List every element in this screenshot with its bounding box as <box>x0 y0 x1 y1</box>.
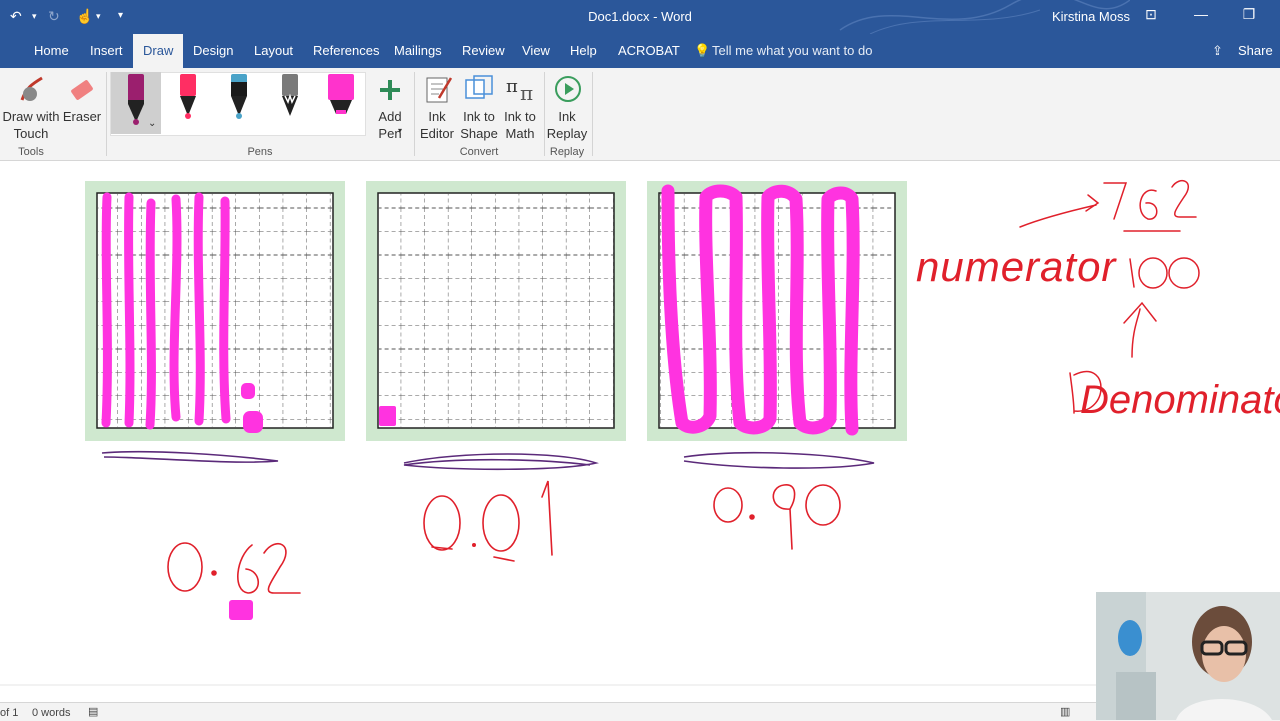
share-button[interactable]: Share <box>1238 34 1273 68</box>
ink-to-math-icon: π π <box>506 76 533 104</box>
separator <box>106 72 107 156</box>
page-count[interactable]: of 1 <box>0 707 18 719</box>
minimize-icon[interactable]: — <box>1186 6 1216 22</box>
group-convert: Convert <box>459 146 499 158</box>
read-mode-icon[interactable]: ▥ <box>1060 705 1070 718</box>
lightbulb-icon: 💡 <box>694 43 711 58</box>
word-count[interactable]: 0 words <box>32 707 71 719</box>
draw-with-touch-button[interactable]: Draw with Touch <box>0 108 62 142</box>
separator <box>592 72 593 156</box>
eraser-button[interactable]: Eraser <box>62 108 102 125</box>
presenter-video <box>1096 592 1280 720</box>
ribbon-tabs: Home Insert Draw Design Layout Reference… <box>0 34 1280 68</box>
ink-replay-icon <box>555 76 581 102</box>
add-pen-dropdown-icon[interactable]: ▾ <box>398 126 402 135</box>
title-bar: ↶ ▾ ↻ ☝ ▾ ▾ Doc1.docx - Word Kirstina Mo… <box>0 0 1280 34</box>
pen-gray-icon[interactable] <box>278 74 302 126</box>
pen-red-icon[interactable] <box>176 74 200 126</box>
add-pen-button[interactable]: Add Pen <box>370 108 410 142</box>
separator <box>414 72 415 156</box>
denominator-ink: Denominato <box>1080 378 1280 422</box>
share-icon[interactable]: ⇪ <box>1212 34 1223 68</box>
decimal-ink-1 <box>167 542 301 594</box>
pen-purple-icon[interactable] <box>124 74 148 132</box>
group-pens: Pens <box>247 146 273 158</box>
hundred-grid-2 <box>366 181 626 441</box>
eraser-icon <box>71 80 93 100</box>
ink-editor-button[interactable]: Ink Editor <box>418 108 456 142</box>
highlighter-magenta-icon[interactable] <box>326 74 356 126</box>
hundred-grid-1 <box>85 181 345 441</box>
add-pen-icon <box>380 80 400 100</box>
svg-text:π: π <box>506 76 518 97</box>
status-bar: of 1 0 words ▤ ▥ <box>0 702 1280 721</box>
tab-design[interactable]: Design <box>183 34 243 68</box>
decimal-ink-2 <box>423 480 553 562</box>
ribbon: Draw with Touch Eraser Tools ⌄ Pens Add … <box>0 68 1280 161</box>
tab-draw[interactable]: Draw <box>133 34 184 68</box>
restore-icon[interactable]: ❐ <box>1234 6 1264 23</box>
ink-to-shape-icon <box>465 75 493 99</box>
tab-home[interactable]: Home <box>24 34 79 68</box>
tab-acrobat[interactable]: ACROBAT <box>608 34 690 68</box>
decimal-ink-3 <box>713 484 841 550</box>
group-tools: Tools <box>18 146 44 158</box>
ribbon-display-icon[interactable]: ⊡ <box>1136 6 1166 23</box>
ink-to-shape-button[interactable]: Ink to Shape <box>459 108 499 142</box>
group-replay: Replay <box>549 146 585 158</box>
hundred-grid-3 <box>647 181 907 441</box>
tab-review[interactable]: Review <box>452 34 515 68</box>
pen-dropdown-icon[interactable]: ⌄ <box>148 118 156 129</box>
tab-layout[interactable]: Layout <box>244 34 303 68</box>
tab-help[interactable]: Help <box>560 34 607 68</box>
pen-black-icon[interactable] <box>227 74 251 126</box>
tab-view[interactable]: View <box>512 34 560 68</box>
tell-me-search[interactable]: Tell me what you want to do <box>712 34 872 68</box>
ink-replay-button[interactable]: Ink Replay <box>546 108 588 142</box>
webcam-overlay <box>1096 592 1280 720</box>
svg-text:π: π <box>520 81 533 104</box>
tab-references[interactable]: References <box>303 34 389 68</box>
tab-mailings[interactable]: Mailings <box>384 34 452 68</box>
numerator-ink: numerator <box>916 243 1117 290</box>
tab-insert[interactable]: Insert <box>80 34 133 68</box>
ink-to-math-button[interactable]: Ink to Math <box>500 108 540 142</box>
document-drawing: numerator Denominato <box>0 179 1280 686</box>
separator <box>544 72 545 156</box>
ink-editor-icon <box>426 77 453 103</box>
proofing-icon[interactable]: ▤ <box>88 705 98 718</box>
document-canvas[interactable]: numerator Denominato <box>0 161 1280 702</box>
title-decoration <box>839 0 1130 34</box>
draw-with-touch-icon <box>20 76 43 101</box>
